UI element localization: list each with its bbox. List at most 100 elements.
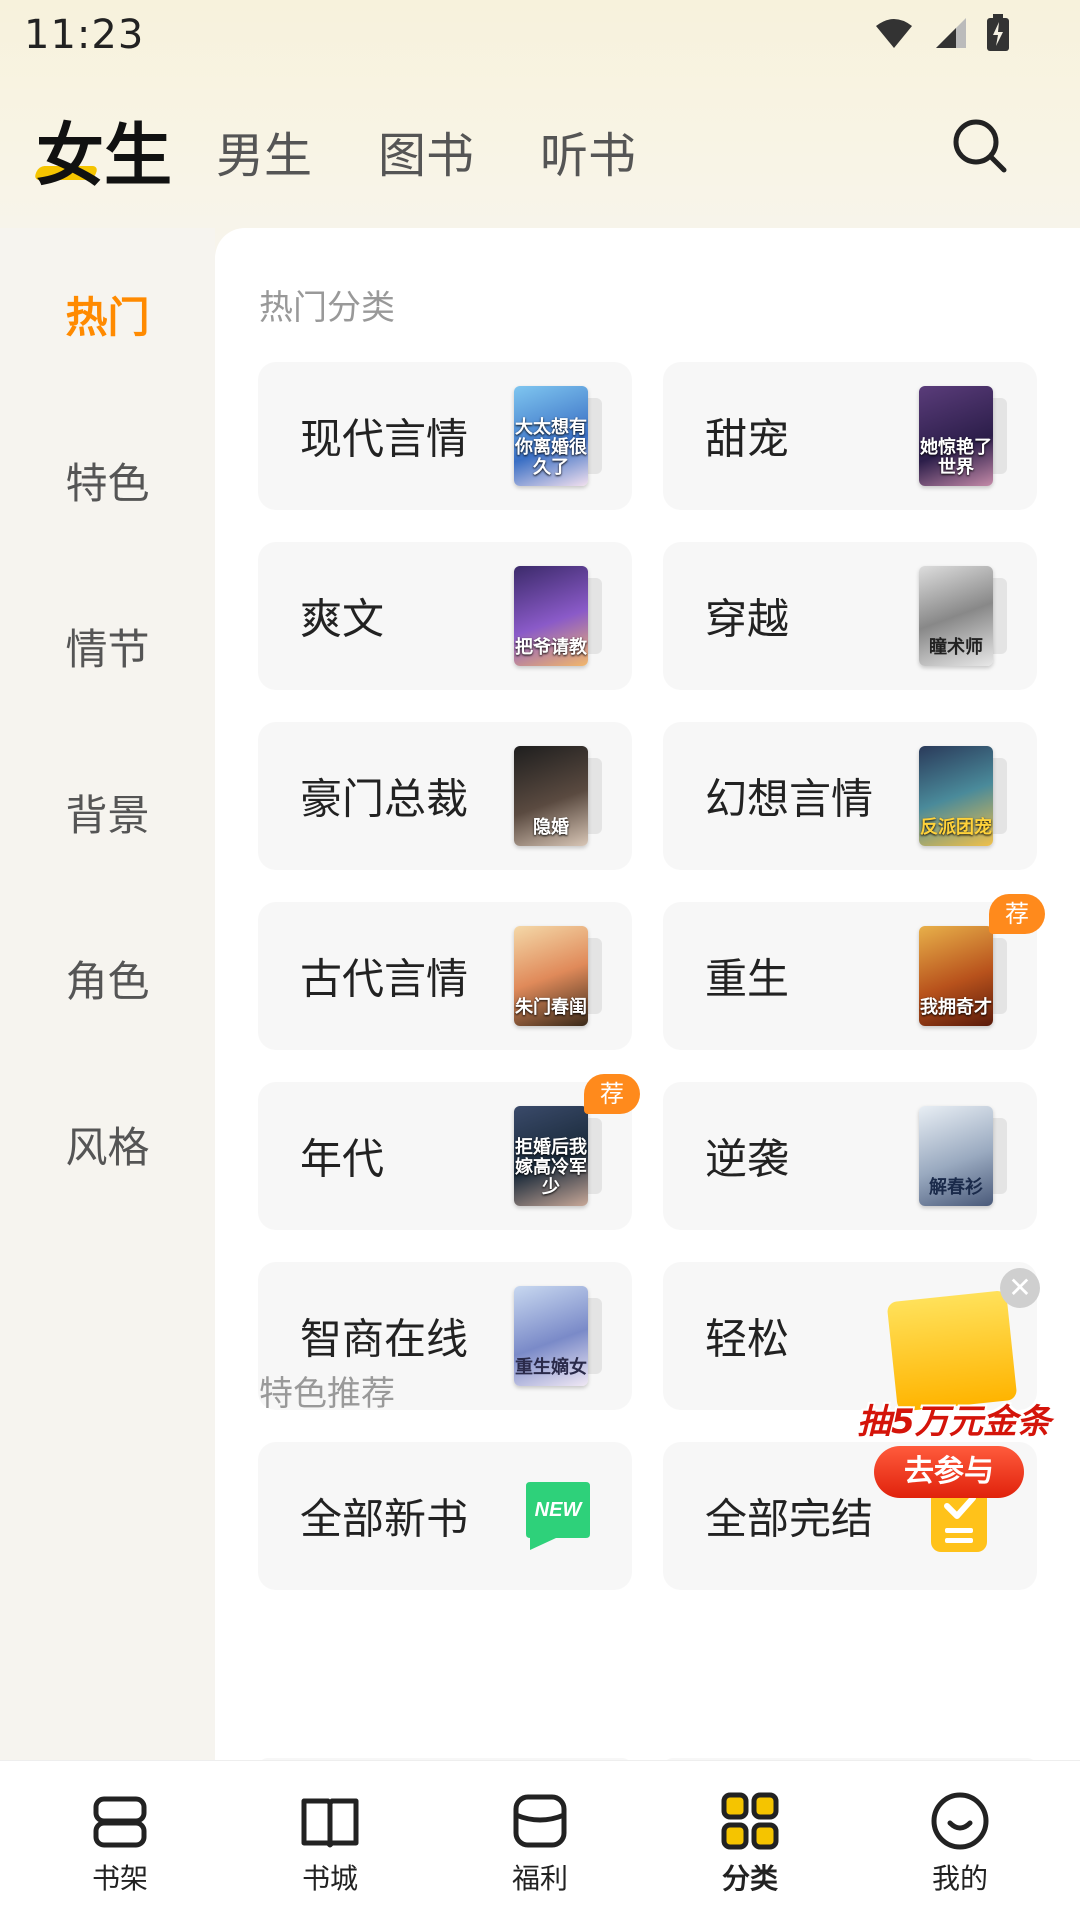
new-icon: NEW [526,1482,590,1550]
nav-bookshelf[interactable]: 书架 [50,1789,190,1897]
book-cover-stack: 解春衫 [915,1106,1007,1206]
sidebar-item-plot[interactable]: 情节 [0,616,215,677]
category-grid-icon [721,1792,779,1850]
book-cover-stack: 我拥奇才 [915,926,1007,1026]
category-card-rebirth[interactable]: 重生 我拥奇才 荐 [663,894,1045,1050]
nav-profile[interactable]: 我的 [890,1789,1030,1897]
book-cover: 解春衫 [919,1106,993,1206]
sidebar-item-featured[interactable]: 特色 [0,450,215,511]
category-label: 逆袭 [705,1134,790,1184]
nav-label: 分类 [721,1862,778,1895]
category-label: 重生 [705,954,790,1004]
gold-bar-promo-widget[interactable]: ✕ 抽5万元金条 去参与 [848,1268,1060,1508]
book-cover-stack: 拒婚后我嫁高冷军少 [510,1106,602,1206]
category-card-sweet-romance[interactable]: 甜宠 她惊艳了世界 [663,362,1037,510]
recommended-badge: 荐 [989,894,1045,934]
category-label: 年代 [300,1134,385,1184]
nav-label: 书城 [301,1862,358,1895]
cover-title: 隐婚 [533,817,569,838]
bottom-navigation: 书架 书城 福利 分类 我的 [0,1760,1080,1921]
top-tab-bar: 女生 男生 图书 听书 [0,100,1080,210]
sidebar-item-style[interactable]: 风格 [0,1114,215,1175]
category-card-fantasy-romance[interactable]: 幻想言情 反派团宠 [663,722,1037,870]
category-panel: 热门分类 现代言情 大太想有你离婚很久了 甜宠 她惊艳了世界 爽文 把爷请教 穿… [215,228,1080,1768]
category-card-comeback[interactable]: 逆袭 解春衫 [663,1082,1037,1230]
book-cover: 把爷请教 [514,566,588,666]
sidebar-item-hot[interactable]: 热门 [0,284,215,345]
bookshelf-icon [93,1796,147,1848]
book-cover: 隐婚 [514,746,588,846]
promo-title: 抽5万元金条 [857,1402,1051,1442]
nav-label: 福利 [511,1862,568,1895]
battery-icon [987,14,1009,51]
category-card-ceo-romance[interactable]: 豪门总裁 隐婚 [258,722,632,870]
wifi-icon [876,19,912,48]
category-label: 豪门总裁 [300,774,469,824]
category-label: 爽文 [300,594,385,644]
tab-male[interactable]: 男生 [216,116,312,186]
category-label: 全部新书 [300,1494,469,1544]
new-badge-text: NEW [535,1499,584,1521]
category-card-all-new-books[interactable]: 全部新书 NEW [258,1442,632,1590]
cover-title: 她惊艳了世界 [920,437,992,478]
cover-title: 瞳术师 [929,637,983,658]
cover-title: 朱门春闺 [515,997,587,1018]
book-cover: 我拥奇才 [919,926,993,1026]
book-cover-stack: 她惊艳了世界 [915,386,1007,486]
category-card-time-travel[interactable]: 穿越 瞳术师 [663,542,1037,690]
status-icons [874,14,1010,52]
category-card-modern-romance[interactable]: 现代言情 大太想有你离婚很久了 [258,362,632,510]
status-time: 11:23 [24,12,145,58]
sidebar-item-role[interactable]: 角色 [0,948,215,1009]
recommended-badge: 荐 [584,1074,640,1114]
cover-title: 把爷请教 [515,637,587,658]
status-bar: 11:23 [0,0,1080,80]
category-card-era[interactable]: 年代 拒婚后我嫁高冷军少 荐 [258,1074,640,1230]
tab-books[interactable]: 图书 [378,116,474,186]
cover-title: 重生嫡女 [515,1357,587,1378]
tab-audiobooks[interactable]: 听书 [540,116,636,186]
category-label: 甜宠 [705,414,790,464]
category-sidebar: 热门 特色 情节 背景 角色 风格 [0,228,215,1760]
nav-category[interactable]: 分类 [680,1789,820,1897]
hot-categories-title: 热门分类 [259,288,395,328]
nav-welfare[interactable]: 福利 [470,1789,610,1897]
cover-title: 大太想有你离婚很久了 [515,417,587,478]
book-open-icon [301,1798,359,1848]
close-icon[interactable]: ✕ [1000,1268,1040,1308]
category-label: 现代言情 [300,414,469,464]
category-label: 穿越 [705,594,790,644]
search-icon[interactable] [950,116,1010,176]
cover-title: 我拥奇才 [920,997,992,1018]
book-cover-stack: 把爷请教 [510,566,602,666]
book-cover-stack: 重生嫡女 [510,1286,602,1386]
cover-title: 拒婚后我嫁高冷军少 [515,1137,587,1198]
gift-box-icon [513,1794,567,1848]
category-label: 幻想言情 [705,774,874,824]
promo-join-button[interactable]: 去参与 [874,1446,1024,1498]
book-cover: 拒婚后我嫁高冷军少 [514,1106,588,1206]
cover-title: 解春衫 [929,1177,983,1198]
book-cover: 反派团宠 [919,746,993,846]
category-label: 智商在线 [300,1314,469,1364]
sidebar-item-background[interactable]: 背景 [0,782,215,843]
book-cover-stack: 隐婚 [510,746,602,846]
category-card-satisfying[interactable]: 爽文 把爷请教 [258,542,632,690]
cell-signal-icon [936,18,966,48]
book-cover: 大太想有你离婚很久了 [514,386,588,486]
nav-label: 书架 [91,1862,148,1895]
category-label: 古代言情 [300,954,469,1004]
featured-recommend-title: 特色推荐 [259,1374,395,1414]
nav-label: 我的 [931,1862,988,1895]
smiley-profile-icon [931,1792,989,1850]
book-cover: 重生嫡女 [514,1286,588,1386]
book-cover: 她惊艳了世界 [919,386,993,486]
category-card-ancient-romance[interactable]: 古代言情 朱门春闺 [258,902,632,1050]
nav-bookstore[interactable]: 书城 [260,1789,400,1897]
book-cover-stack: 朱门春闺 [510,926,602,1026]
book-cover: 瞳术师 [919,566,993,666]
cover-title: 反派团宠 [920,817,992,838]
book-cover: 朱门春闺 [514,926,588,1026]
tab-female[interactable]: 女生 [36,100,172,199]
book-cover-stack: 大太想有你离婚很久了 [510,386,602,486]
